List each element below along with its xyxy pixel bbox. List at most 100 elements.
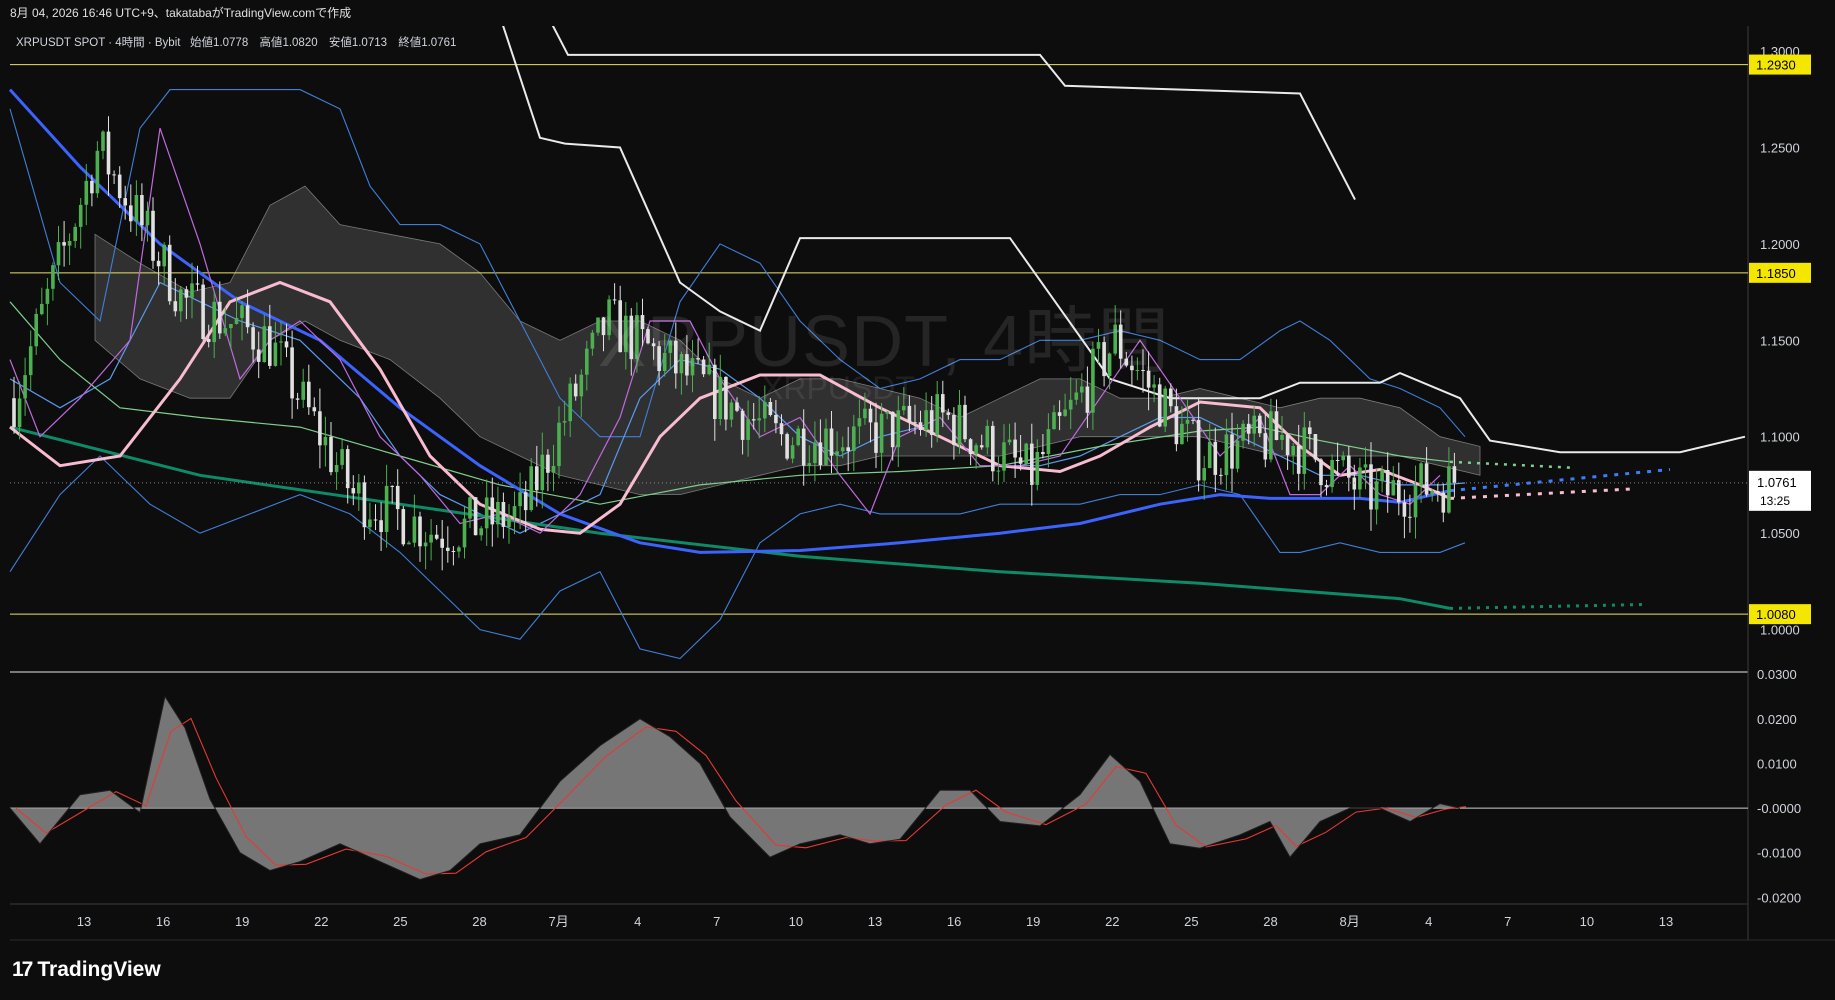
candle-body [368, 519, 372, 528]
candle-body [401, 509, 406, 545]
candle-body [1052, 412, 1056, 430]
candle-body [1007, 439, 1012, 443]
candle-body [1202, 468, 1206, 481]
candle-body [412, 516, 417, 543]
time-tick-label: 19 [1026, 914, 1040, 929]
candle-body [440, 538, 444, 548]
candle-body [40, 303, 44, 315]
candle-body [729, 402, 734, 420]
candle-body [284, 341, 289, 348]
chart-meta-header: 8月 04, 2026 16:46 UTC+9、takatabaがTrading… [0, 0, 1835, 26]
candle-body [813, 442, 817, 464]
candle-body [1436, 491, 1440, 493]
candle-body [373, 519, 378, 521]
candle-body [62, 242, 66, 246]
candle-body [757, 418, 761, 421]
candle-body [1068, 399, 1073, 410]
candle-body [790, 445, 795, 459]
candle-body [568, 383, 572, 422]
candle-body [968, 439, 973, 455]
candle-body [1085, 386, 1090, 413]
candle-body [1213, 441, 1218, 475]
bar-countdown-label: 13:25 [1760, 494, 1790, 508]
candle-body [963, 404, 967, 440]
candle-body [1269, 411, 1273, 460]
candle-body [1313, 434, 1318, 460]
candle-body [423, 542, 428, 547]
candle-body [1024, 443, 1028, 464]
candle-body [1046, 429, 1051, 454]
candle-body [279, 341, 283, 343]
candle-body [390, 485, 394, 487]
candle-body [1347, 455, 1351, 478]
time-tick-label: 25 [1184, 914, 1198, 929]
candle-body [1358, 467, 1362, 490]
candle-body [117, 174, 122, 199]
price-tick-label: 1.1500 [1760, 333, 1800, 348]
candle-body [557, 422, 561, 467]
candle-body [1369, 464, 1373, 510]
candle-body [1157, 384, 1162, 427]
price-tick-label: 1.2500 [1760, 140, 1800, 155]
candle-body [434, 534, 439, 539]
candle-body [145, 210, 150, 226]
candle-body [1302, 427, 1307, 474]
candle-body [785, 434, 789, 459]
candle-body [179, 289, 183, 312]
low-value: 1.0713 [351, 37, 388, 49]
candle-body [496, 502, 500, 525]
candle-body [1174, 406, 1179, 445]
candle-body [379, 520, 383, 532]
osc-tick-label: -0.0200 [1757, 890, 1801, 905]
candle-body [918, 422, 923, 430]
price-chart[interactable]: 1.30001.25001.20001.15001.10001.05001.00… [0, 26, 1835, 1000]
osc-tick-label: 0.0200 [1757, 712, 1797, 727]
candle-body [151, 210, 155, 261]
open-value: 1.0778 [213, 37, 249, 49]
candle-body [1018, 457, 1023, 464]
candle-body [240, 305, 244, 318]
candle-body [523, 492, 528, 511]
candle-body [1408, 516, 1412, 518]
candle-body [184, 289, 189, 298]
candle-body [162, 244, 166, 267]
candle-body [1291, 446, 1295, 456]
candle-body [868, 408, 873, 423]
candle-body [507, 517, 511, 527]
candle-body [78, 204, 83, 227]
current-price-label: 1.0761 [1757, 475, 1797, 490]
candle-body [395, 485, 400, 510]
candle-body [529, 466, 533, 510]
candle-body [974, 445, 978, 455]
candle-body [1452, 466, 1457, 483]
candle-body [1074, 392, 1079, 400]
candle-body [735, 402, 739, 411]
candle-body [740, 410, 745, 440]
candle-body [518, 492, 522, 507]
candle-body [1430, 491, 1434, 495]
candle-body [1335, 460, 1340, 461]
candle-body [245, 305, 250, 328]
candle-body [1057, 412, 1062, 416]
candle-body [879, 413, 884, 453]
candle-body [418, 516, 422, 547]
time-tick-label: 10 [789, 914, 803, 929]
time-tick-label: 13 [868, 914, 882, 929]
candle-body [134, 195, 139, 222]
candle-body [334, 465, 339, 473]
candle-body [824, 428, 828, 465]
candle-body [1319, 459, 1323, 486]
candle-body [863, 408, 867, 419]
symbol-label: XRPUSDT SPOT · 4時間 · Bybit [16, 37, 181, 49]
candle-body [73, 226, 77, 241]
time-tick-label: 16 [156, 914, 170, 929]
candle-body [801, 428, 806, 466]
candle-body [90, 180, 94, 194]
candle-body [551, 466, 556, 473]
candle-body [829, 428, 834, 456]
candle-body [1363, 464, 1368, 468]
candle-body [229, 324, 233, 329]
candle-body [896, 410, 901, 448]
candle-body [1441, 492, 1446, 513]
tradingview-logo[interactable]: 17 TradingView [12, 958, 161, 982]
